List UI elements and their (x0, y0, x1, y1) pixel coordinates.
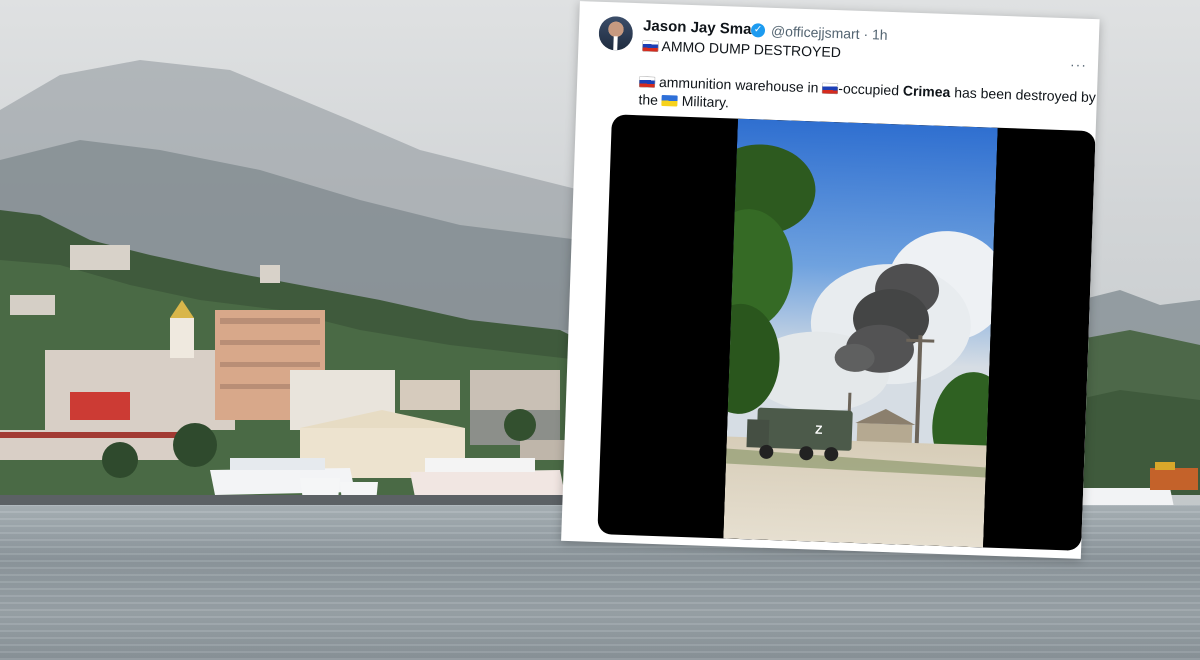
tweet-card: Jason Jay Smart ✓ @officejjsmart · 1h ··… (561, 1, 1100, 559)
timestamp[interactable]: 1h (872, 26, 888, 43)
crimea-bold-text: Crimea (902, 82, 951, 101)
truck-marking: Z (815, 423, 823, 437)
separator: · (863, 26, 869, 43)
video-frame: Z (723, 118, 998, 548)
russia-flag-icon (638, 76, 656, 88)
author-handle-and-time[interactable]: @officejjsmart · 1h (771, 23, 888, 43)
tweet-body-line-2: the Military. (638, 91, 730, 111)
author-name[interactable]: Jason Jay Smart (643, 17, 763, 38)
tweet-video[interactable]: Z (597, 114, 1096, 551)
video-still: Z (723, 118, 998, 548)
tweet-card-wrapper: Jason Jay Smart ✓ @officejjsmart · 1h ··… (560, 1, 1100, 579)
verified-badge-icon: ✓ (750, 23, 766, 38)
ukraine-flag-icon (661, 95, 679, 107)
tweet-headline: AMMO DUMP DESTROYED (642, 37, 841, 60)
avatar[interactable] (598, 15, 634, 51)
author-handle: @officejjsmart (770, 22, 860, 42)
more-options-icon[interactable]: ··· (1070, 56, 1088, 73)
russia-flag-icon (822, 82, 839, 95)
russia-flag-icon (642, 40, 659, 52)
